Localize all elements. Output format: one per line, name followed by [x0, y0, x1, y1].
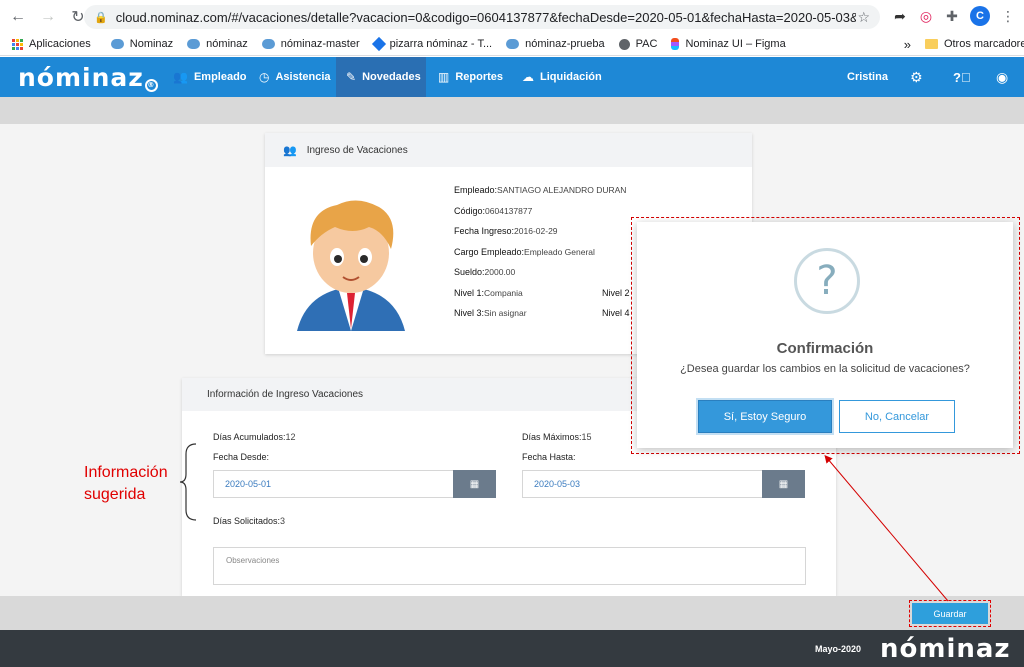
- employee-avatar: [297, 200, 405, 331]
- observaciones-textarea[interactable]: Observaciones: [213, 547, 806, 585]
- action-bar: [0, 596, 1024, 630]
- nav-asistencia[interactable]: ◷ Asistencia: [249, 57, 341, 97]
- registered-icon: ®: [144, 79, 158, 92]
- app-logo[interactable]: nóminaz ®: [18, 63, 158, 92]
- profile-avatar[interactable]: C: [970, 6, 990, 26]
- bookmark-nominaz-master[interactable]: nóminaz-master: [261, 38, 360, 50]
- footer-logo: nóminaz: [880, 634, 1011, 664]
- guardar-button[interactable]: Guardar: [909, 600, 991, 627]
- user-name[interactable]: Cristina: [847, 57, 888, 97]
- menu-dots-icon[interactable]: ⋮: [998, 6, 1018, 26]
- diamond-icon: [371, 36, 386, 52]
- bookmark-nominaz-prueba[interactable]: nóminaz-prueba: [506, 38, 605, 50]
- nav-novedades[interactable]: ✎ Novedades: [336, 57, 426, 97]
- forward-icon[interactable]: →: [36, 5, 60, 29]
- fecha-hasta-input[interactable]: 2020-05-03: [522, 470, 762, 498]
- dias-acumulados: Días Acumulados:12: [213, 432, 296, 442]
- extension-icon[interactable]: ◎: [916, 6, 936, 26]
- employee-card-header: 👥 Ingreso de Vacaciones: [265, 133, 752, 167]
- nav-empleado[interactable]: 👥 Empleado: [163, 57, 257, 97]
- bookmark-nominaz[interactable]: Nominaz: [110, 38, 173, 50]
- puzzle-icon[interactable]: ✚: [942, 6, 962, 26]
- clock-icon: ◷: [259, 70, 270, 84]
- user-account-icon[interactable]: ◉: [996, 57, 1008, 97]
- vacation-card-title: Información de Ingreso Vacaciones: [207, 389, 364, 400]
- field-empleado: Empleado:SANTIAGO ALEJANDRO DURAN: [454, 185, 627, 195]
- fecha-desde-input[interactable]: 2020-05-01: [213, 470, 453, 498]
- browser-toolbar: ← → ↻ 🔒 cloud.nominaz.com/#/vacaciones/d…: [0, 0, 1024, 33]
- settings-icon[interactable]: ⚙: [910, 57, 923, 97]
- dias-maximos: Días Máximos:15: [522, 432, 592, 442]
- cancel-button[interactable]: No, Cancelar: [839, 400, 955, 433]
- fecha-desde-label: Fecha Desde:: [213, 452, 270, 462]
- calendar-icon[interactable]: ▦: [762, 470, 805, 498]
- bookmark-pac[interactable]: PAC: [618, 38, 657, 50]
- bookmarks-bar: Aplicaciones Nominaz nóminaz nóminaz-mas…: [0, 33, 1024, 56]
- breadcrumb-bar: [0, 97, 1024, 124]
- folder-icon: [924, 39, 938, 49]
- modal-message: ¿Desea guardar los cambios en la solicit…: [680, 363, 970, 375]
- fecha-hasta-label: Fecha Hasta:: [522, 452, 576, 462]
- cloud-icon: [506, 39, 520, 49]
- cloud-icon: [261, 39, 275, 49]
- calendar-icon[interactable]: ▦: [453, 470, 496, 498]
- nav-liquidacion[interactable]: ☁ Liquidación: [512, 57, 612, 97]
- help-icon[interactable]: ?⃝: [953, 57, 971, 97]
- cloud-icon: [110, 39, 124, 49]
- edit-icon: ✎: [346, 70, 357, 84]
- annotation-sugerida: Información sugerida: [84, 464, 168, 503]
- apps-grid-icon: [12, 38, 23, 50]
- dias-solicitados: Días Solicitados:3: [213, 516, 286, 526]
- nav-reportes[interactable]: ▥ Reportes: [428, 57, 513, 97]
- globe-icon: [618, 38, 630, 50]
- footer: Mayo-2020 nóminaz: [0, 630, 1024, 667]
- share-icon[interactable]: ➦: [890, 6, 910, 26]
- modal-title: Confirmación: [776, 340, 874, 357]
- employee-card-title: Ingreso de Vacaciones: [306, 144, 408, 156]
- fecha-hasta-group: 2020-05-03 ▦: [522, 470, 805, 498]
- lock-icon: 🔒: [94, 11, 108, 24]
- url-text: cloud.nominaz.com/#/vacaciones/detalle?v…: [115, 9, 856, 25]
- footer-date: Mayo-2020: [815, 644, 862, 654]
- bar-chart-icon: ▥: [438, 70, 450, 84]
- address-bar[interactable]: 🔒 cloud.nominaz.com/#/vacaciones/detalle…: [84, 5, 880, 29]
- bookmark-apps[interactable]: Aplicaciones: [12, 38, 91, 50]
- figma-icon: [671, 38, 680, 50]
- bookmark-figma[interactable]: Nominaz UI – Figma: [671, 38, 786, 50]
- users-icon: 👥: [173, 70, 188, 84]
- cloud-upload-icon: ☁: [522, 70, 534, 84]
- cloud-icon: [187, 39, 201, 49]
- bookmark-other[interactable]: Otros marcadores: [924, 38, 1024, 50]
- bookmark-nominaz-2[interactable]: nóminaz: [187, 38, 248, 50]
- confirmation-modal: ? Confirmación ¿Desea guardar los cambio…: [637, 222, 1013, 448]
- fecha-desde-group: 2020-05-01 ▦: [213, 470, 496, 498]
- back-icon[interactable]: ←: [6, 5, 30, 29]
- bookmark-pizarra[interactable]: pizarra nóminaz - T...: [371, 36, 492, 52]
- users-icon: 👥: [283, 144, 297, 157]
- annotation-brace: [179, 443, 197, 521]
- bookmark-star-icon[interactable]: ☆: [857, 9, 870, 26]
- confirm-button[interactable]: Sí, Estoy Seguro: [698, 400, 832, 433]
- app-navbar: nóminaz ® 👥 Empleado ◷ Asistencia ✎ Novedade…: [0, 57, 1024, 97]
- bookmarks-more[interactable]: »: [904, 37, 911, 52]
- question-icon: ?: [794, 248, 860, 314]
